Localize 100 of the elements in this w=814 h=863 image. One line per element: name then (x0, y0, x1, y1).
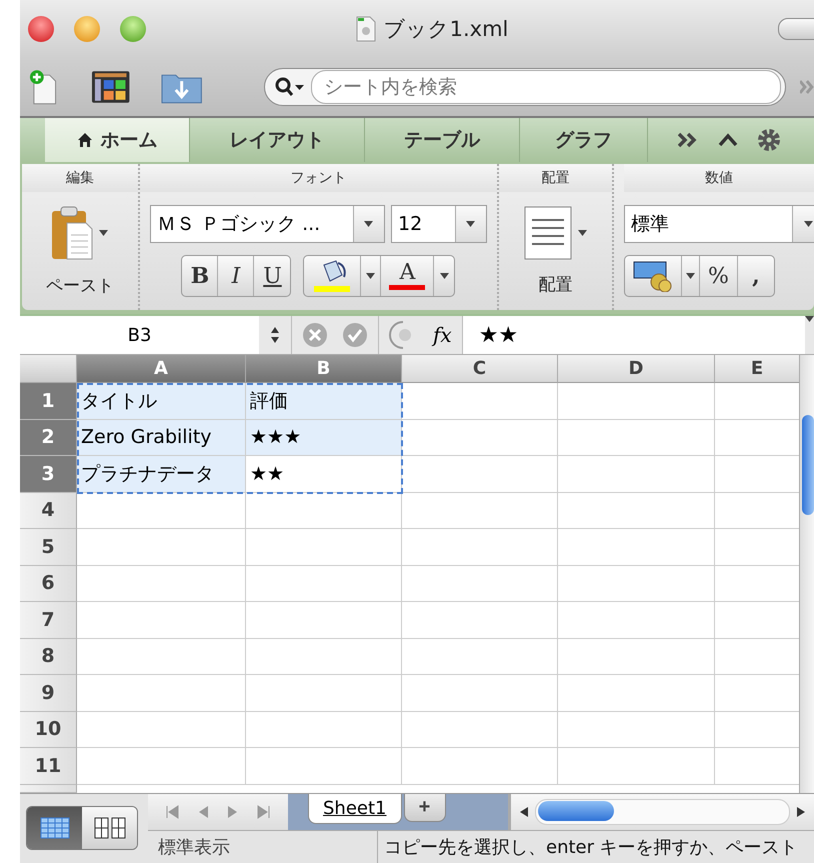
normal-view-button[interactable] (27, 807, 82, 850)
scrollbar-thumb[interactable] (802, 415, 814, 515)
sheet-tab[interactable]: Sheet1 (308, 794, 402, 824)
cancel-icon[interactable] (302, 322, 328, 348)
row-header[interactable]: 5 (20, 529, 77, 566)
table-cell[interactable] (402, 748, 558, 784)
table-cell[interactable] (246, 712, 402, 748)
table-cell[interactable]: ★★★ (246, 420, 402, 456)
formula-field[interactable]: ★★ (462, 316, 805, 354)
table-cell[interactable] (402, 529, 558, 566)
table-cell[interactable] (77, 748, 246, 784)
gallery-icon[interactable] (91, 69, 131, 105)
table-cell[interactable] (558, 420, 715, 456)
table-cell[interactable] (558, 383, 715, 420)
table-cell[interactable] (558, 712, 715, 748)
row-header[interactable]: 4 (20, 492, 77, 529)
table-cell[interactable] (558, 566, 715, 602)
row-header[interactable]: 10 (20, 712, 77, 748)
add-sheet-button[interactable]: + (404, 794, 446, 822)
column-header[interactable]: A (77, 355, 246, 383)
table-cell[interactable] (402, 420, 558, 456)
paste-button[interactable] (51, 205, 108, 261)
table-cell[interactable] (77, 638, 246, 675)
last-sheet-icon[interactable] (256, 804, 270, 818)
alignment-button[interactable] (524, 206, 588, 260)
table-cell[interactable] (246, 529, 402, 566)
vertical-scrollbar[interactable] (799, 355, 814, 792)
paste-label[interactable]: ペースト (46, 274, 114, 297)
scrollbar-thumb[interactable] (538, 800, 614, 820)
row-header[interactable]: 6 (20, 566, 77, 602)
table-cell[interactable] (246, 748, 402, 784)
table-cell[interactable] (77, 602, 246, 638)
table-cell[interactable]: Zero Grability (77, 420, 246, 456)
check-icon[interactable] (342, 322, 368, 348)
scroll-left-icon[interactable] (519, 806, 529, 818)
table-cell[interactable] (402, 675, 558, 712)
previous-sheet-icon[interactable] (197, 804, 210, 818)
table-cell[interactable]: 評価 (246, 383, 402, 420)
gear-icon[interactable] (756, 127, 782, 153)
table-cell[interactable] (558, 602, 715, 638)
scroll-right-icon[interactable] (796, 806, 806, 818)
select-all-button[interactable] (20, 355, 77, 383)
table-cell[interactable] (558, 638, 715, 675)
minimize-button[interactable] (74, 16, 100, 42)
table-cell[interactable] (77, 492, 246, 529)
table-cell[interactable] (402, 602, 558, 638)
percent-button[interactable]: % (700, 256, 738, 296)
row-header[interactable]: 7 (20, 602, 77, 638)
table-cell[interactable] (402, 638, 558, 675)
search-field[interactable]: シート内を検索 (264, 68, 786, 106)
ribbon-tab[interactable]: ホーム (45, 118, 190, 162)
next-sheet-icon[interactable] (226, 804, 239, 818)
collapse-icon[interactable] (718, 133, 738, 147)
bold-button[interactable]: B (182, 256, 218, 296)
table-cell[interactable] (402, 492, 558, 529)
table-cell[interactable] (246, 566, 402, 602)
table-cell[interactable] (558, 456, 715, 492)
column-header[interactable]: C (402, 355, 558, 383)
font-size-dropdown[interactable]: 12 (390, 204, 487, 243)
comma-button[interactable]: , (738, 256, 774, 296)
alignment-label[interactable]: 配置 (538, 273, 573, 296)
table-cell[interactable] (246, 638, 402, 675)
table-cell[interactable] (246, 675, 402, 712)
table-cell[interactable] (246, 602, 402, 638)
table-cell[interactable]: タイトル (77, 383, 246, 420)
table-cell[interactable] (77, 529, 246, 566)
table-cell[interactable]: ★★ (246, 456, 402, 492)
column-header[interactable]: B (246, 355, 402, 383)
table-cell[interactable] (558, 748, 715, 784)
table-cell[interactable] (402, 456, 558, 492)
name-box[interactable]: B3 (20, 316, 259, 354)
table-cell[interactable] (77, 712, 246, 748)
insert-function-button[interactable]: fx (433, 323, 452, 347)
horizontal-scrollbar[interactable] (508, 794, 814, 830)
italic-button[interactable]: I (218, 256, 254, 296)
underline-button[interactable]: U (254, 256, 290, 296)
font-name-dropdown[interactable]: ＭＳ Ｐゴシック ... (150, 204, 385, 243)
first-sheet-icon[interactable] (166, 804, 180, 818)
zoom-button[interactable] (120, 16, 146, 42)
table-cell[interactable] (77, 566, 246, 602)
table-cell[interactable] (402, 566, 558, 602)
table-cell[interactable] (558, 492, 715, 529)
table-cell[interactable] (246, 492, 402, 529)
table-cell[interactable] (402, 712, 558, 748)
number-format-dropdown[interactable]: 標準 (624, 204, 814, 243)
table-cell[interactable]: プラチナデータ (77, 456, 246, 492)
table-cell[interactable] (402, 383, 558, 420)
table-cell[interactable] (558, 529, 715, 566)
row-header[interactable]: 9 (20, 675, 77, 712)
row-header[interactable]: 3 (20, 456, 77, 492)
row-header[interactable]: 11 (20, 748, 77, 784)
toolbar-toggle-button[interactable] (778, 18, 814, 40)
row-header[interactable]: 8 (20, 638, 77, 675)
column-header[interactable]: D (558, 355, 715, 383)
close-button[interactable] (28, 16, 54, 42)
table-cell[interactable] (558, 675, 715, 712)
table-cell[interactable] (77, 675, 246, 712)
row-header[interactable]: 2 (20, 420, 77, 456)
page-layout-view-button[interactable] (82, 807, 137, 850)
column-header[interactable]: E (715, 355, 800, 383)
